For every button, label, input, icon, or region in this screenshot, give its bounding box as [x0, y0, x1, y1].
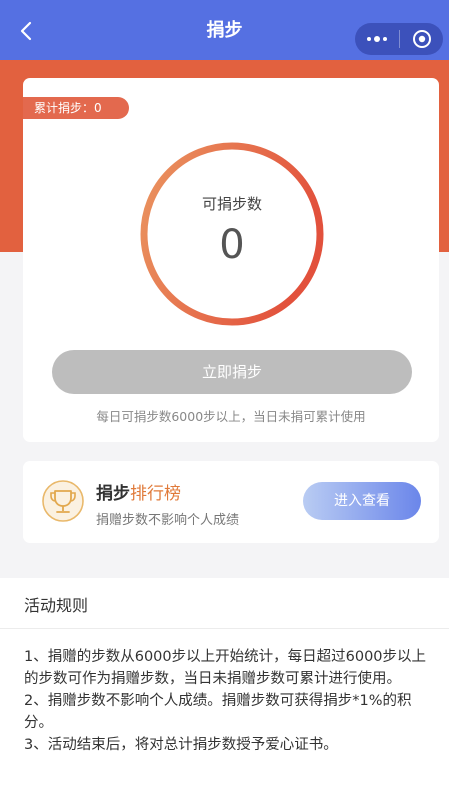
back-button[interactable]	[10, 14, 44, 48]
mini-program-capsule	[355, 23, 443, 55]
rule-item: 2、捐赠步数不影响个人成绩。捐赠步数可获得捐步*1%的积分。	[24, 693, 412, 731]
close-button[interactable]	[400, 23, 443, 55]
rules-title: 活动规则	[24, 596, 89, 615]
available-steps-label: 可捐步数	[201, 195, 262, 213]
ranking-subtitle: 捐赠步数不影响个人成绩	[96, 513, 240, 528]
rules-divider	[0, 628, 449, 629]
mini-program-close-icon	[412, 30, 431, 48]
rule-item: 3、活动结束后，将对总计捐步数授予爱心证书。	[24, 737, 338, 753]
trophy-icon	[42, 480, 84, 522]
donate-hint: 每日可捐步数6000步以上，当日未捐可累计使用	[96, 409, 366, 424]
more-button[interactable]	[355, 23, 399, 55]
back-arrow-icon	[20, 21, 32, 41]
view-ranking-button[interactable]: 进入查看	[303, 482, 421, 520]
donate-now-button[interactable]: 立即捐步	[52, 350, 412, 394]
ranking-title-accent: 排行榜	[130, 484, 181, 504]
ranking-title: 捐步排行榜	[96, 479, 181, 504]
total-donated-badge: 累计捐步：0	[23, 97, 129, 119]
rule-item: 1、捐赠的步数从6000步以上开始统计，每日超过6000步以上的步数可作为捐赠步…	[24, 649, 427, 687]
more-dots-icon	[367, 36, 387, 42]
available-steps-value: 0	[219, 222, 245, 268]
ranking-title-prefix: 捐步	[96, 484, 130, 504]
rules-list: 1、捐赠的步数从6000步以上开始统计，每日超过6000步以上的步数可作为捐赠步…	[24, 646, 436, 756]
